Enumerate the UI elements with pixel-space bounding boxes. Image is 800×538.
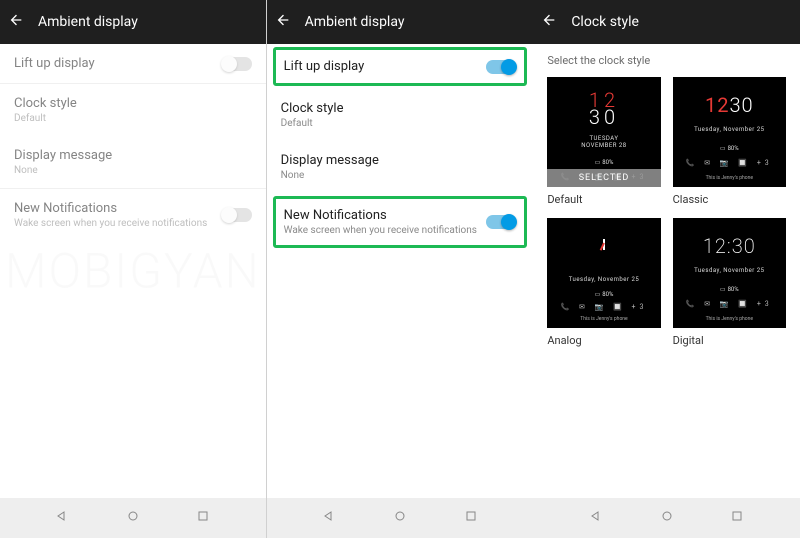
clock-hour: 12 [705, 93, 729, 117]
row-display-message[interactable]: Display message None [267, 141, 534, 193]
nav-home-icon[interactable] [659, 508, 675, 528]
selected-banner: SELECTED [547, 169, 660, 187]
clock-icons-row: 📞 ✉ 📷 🔲 +3 [686, 300, 773, 308]
nav-back-icon[interactable] [588, 508, 604, 528]
clock-caption: Analog [547, 334, 660, 347]
analog-clock-icon [587, 233, 621, 267]
row-new-notifications[interactable]: New Notifications Wake screen when you r… [0, 189, 266, 241]
clock-style-grid: 12 30 TUESDAY NOVEMBER 28 ▭ 80% 📞 ✉ 📷 🔲 … [533, 77, 800, 347]
appbar: Ambient display [0, 0, 266, 44]
clock-caption: Default [547, 193, 660, 206]
appbar-title: Ambient display [38, 14, 138, 30]
row-label: Display message [281, 153, 379, 168]
row-clock-style[interactable]: Clock style Default [267, 89, 534, 141]
switch-lift-up-display[interactable] [222, 57, 252, 71]
appbar: Ambient display [267, 0, 534, 44]
row-sublabel: Wake screen when you receive notificatio… [284, 225, 477, 236]
clock-style-analog[interactable]: Tuesday, November 25 ▭ 80% 📞 ✉ 📷 🔲 +3 Th… [547, 218, 660, 347]
appbar-title: Clock style [571, 14, 639, 30]
row-sublabel: None [14, 165, 112, 176]
nav-home-icon[interactable] [392, 508, 408, 528]
row-sublabel: None [281, 170, 379, 181]
row-new-notifications[interactable]: New Notifications Wake screen when you r… [276, 199, 525, 245]
clock-owner: This is Jenny's phone [580, 316, 627, 322]
clock-battery: ▭ 80% [595, 159, 614, 166]
clock-owner: This is Jenny's phone [706, 175, 753, 181]
clock-battery: ▭ 80% [720, 286, 739, 293]
row-label: Clock style [281, 101, 344, 116]
row-sublabel: Wake screen when you receive notificatio… [14, 218, 207, 229]
clock-style-classic[interactable]: 1230 Tuesday, November 25 ▭ 80% 📞 ✉ 📷 🔲 … [673, 77, 786, 206]
back-arrow-icon[interactable] [541, 12, 557, 32]
highlight-lift-up: Lift up display [273, 47, 528, 86]
clock-battery: ▭ 80% [595, 291, 614, 298]
back-arrow-icon[interactable] [8, 12, 24, 32]
settings-list: MOBIGYAN Lift up display Clock style Def… [0, 44, 266, 498]
row-label: New Notifications [284, 208, 477, 223]
clock-date: Tuesday, November 25 [694, 267, 764, 274]
nav-recents-icon[interactable] [463, 508, 479, 528]
clock-style-subheader: Select the clock style [533, 44, 800, 77]
clock-minute: 30 [729, 93, 753, 117]
row-lift-up-display[interactable]: Lift up display [276, 50, 525, 83]
clock-date: Tuesday, November 25 [694, 126, 764, 133]
highlight-new-notifications: New Notifications Wake screen when you r… [273, 196, 528, 248]
clock-owner: This is Jenny's phone [706, 316, 753, 322]
clock-icons-row: 📞 ✉ 📷 🔲 +3 [561, 303, 648, 311]
pane-clock-style: Clock style Select the clock style 12 30… [533, 0, 800, 538]
back-arrow-icon[interactable] [275, 12, 291, 32]
clock-style-default[interactable]: 12 30 TUESDAY NOVEMBER 28 ▭ 80% 📞 ✉ 📷 🔲 … [547, 77, 660, 206]
pane-ambient-display-disabled: Ambient display MOBIGYAN Lift up display… [0, 0, 267, 538]
row-label: Display message [14, 148, 112, 163]
row-lift-up-display[interactable]: Lift up display [0, 44, 266, 83]
row-display-message[interactable]: Display message None [0, 136, 266, 188]
clock-date: TUESDAY NOVEMBER 28 [581, 135, 626, 149]
row-label: Lift up display [284, 59, 365, 74]
nav-recents-icon[interactable] [195, 508, 211, 528]
settings-list: Lift up display Clock style Default Disp… [267, 44, 534, 498]
appbar: Clock style [533, 0, 800, 44]
pane-ambient-display-enabled: Ambient display Lift up display Clock st… [267, 0, 534, 538]
clock-caption: Digital [673, 334, 786, 347]
row-clock-style[interactable]: Clock style Default [0, 84, 266, 136]
nav-back-icon[interactable] [54, 508, 70, 528]
clock-battery: ▭ 80% [720, 145, 739, 152]
clock-style-digital[interactable]: 12:30 Tuesday, November 25 ▭ 80% 📞 ✉ 📷 🔲… [673, 218, 786, 347]
clock-caption: Classic [673, 193, 786, 206]
row-label: New Notifications [14, 201, 207, 216]
row-sublabel: Default [281, 118, 344, 129]
row-label: Clock style [14, 96, 77, 111]
clock-date: Tuesday, November 25 [569, 276, 639, 283]
clock-minute: 30 [589, 109, 619, 126]
nav-home-icon[interactable] [125, 508, 141, 528]
watermark-text: MOBIGYAN [5, 243, 261, 300]
nav-back-icon[interactable] [321, 508, 337, 528]
row-label: Lift up display [14, 56, 95, 71]
clock-preview-classic: 1230 Tuesday, November 25 ▭ 80% 📞 ✉ 📷 🔲 … [673, 77, 786, 187]
clock-preview-default: 12 30 TUESDAY NOVEMBER 28 ▭ 80% 📞 ✉ 📷 🔲 … [547, 77, 660, 187]
android-navbar [267, 498, 534, 538]
switch-lift-up-display[interactable] [486, 60, 516, 74]
clock-style-content: Select the clock style 12 30 TUESDAY NOV… [533, 44, 800, 498]
android-navbar [0, 498, 266, 538]
switch-new-notifications[interactable] [222, 208, 252, 222]
appbar-title: Ambient display [305, 14, 405, 30]
clock-time: 12:30 [703, 234, 756, 258]
switch-new-notifications[interactable] [486, 215, 516, 229]
clock-preview-analog: Tuesday, November 25 ▭ 80% 📞 ✉ 📷 🔲 +3 Th… [547, 218, 660, 328]
android-navbar [533, 498, 800, 538]
clock-icons-row: 📞 ✉ 📷 🔲 +3 [686, 159, 773, 167]
row-sublabel: Default [14, 113, 77, 124]
nav-recents-icon[interactable] [729, 508, 745, 528]
clock-preview-digital: 12:30 Tuesday, November 25 ▭ 80% 📞 ✉ 📷 🔲… [673, 218, 786, 328]
